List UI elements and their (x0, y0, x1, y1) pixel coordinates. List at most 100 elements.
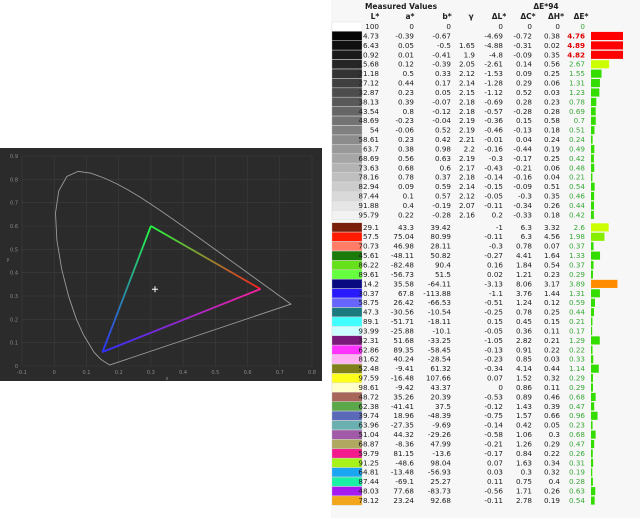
table-cell: 0.12 (544, 298, 560, 307)
table-row: 86.22 -82.48 90.4 0.16 1.84 0.54 0.37 (331, 260, 594, 270)
table-cell: 92.68 (430, 496, 451, 505)
table-cell: 0.78 (516, 242, 532, 251)
table-cell: 62.86 (358, 345, 379, 354)
table-cell: 0.46 (569, 192, 585, 201)
table-cell: -0.19 (432, 201, 451, 210)
table-cell: 68.87 (358, 439, 379, 448)
table-cell: 0.3 (549, 430, 560, 439)
table-row: 98.61 -9.42 43.37 0 0.86 0.11 0.29 (331, 382, 593, 393)
table-cell: 0.05 (435, 88, 451, 97)
delta-e-bar (591, 135, 593, 144)
table-cell: 0.15 (516, 116, 532, 125)
table-cell: 2.2 (464, 144, 475, 153)
table-cell: -0.67 (432, 31, 451, 40)
table-row: 52.48 -9.41 61.32 -0.34 4.14 0.44 1.14 (331, 363, 599, 374)
table-cell: 0.63 (435, 154, 451, 163)
delta-e-bar (591, 308, 594, 317)
table-cell: 107.66 (426, 374, 452, 383)
delta-e-bar (591, 430, 596, 439)
table-cell: -0.17 (484, 449, 503, 458)
delta-e-bar (591, 60, 610, 69)
table-cell: 0.59 (435, 182, 451, 191)
table-cell: 64.81 (358, 468, 379, 477)
delta-e-bar (591, 336, 600, 345)
delta-e-bar (591, 182, 595, 191)
table-row: 30.37 67.8 -113.88 -1.1 3.76 1.44 1.31 (331, 288, 600, 299)
delta-e-bar (591, 477, 593, 486)
table-cell: -4.8 (489, 50, 503, 59)
table-cell: 0.23 (398, 135, 414, 144)
x-tick-label: 0.5 (211, 370, 219, 376)
table-cell: 10.92 (358, 50, 379, 59)
x-axis-label: x (166, 376, 169, 381)
table-cell: 98.04 (430, 458, 451, 467)
table-row: 97.59 -16.48 107.66 0.07 1.52 0.32 0.29 (331, 373, 593, 383)
table-cell: 0.28 (516, 97, 532, 106)
table-row: 38.13 0.39 -0.07 2.18 -0.69 0.28 0.23 0.78 (331, 97, 597, 107)
table-cell: -0.34 (513, 201, 532, 210)
table-cell: 0.39 (398, 97, 414, 106)
table-cell: 0.78 (516, 308, 532, 317)
color-swatch (331, 232, 363, 242)
delta-e-bar (591, 449, 593, 458)
y-tick-label: 0.5 (10, 247, 18, 253)
table-cell: 2.18 (459, 173, 475, 182)
table-cell: 0.26 (544, 201, 560, 210)
table-row: 100 0 0 0 0 0 0 (331, 21, 585, 32)
table-cell: 0 (498, 383, 503, 392)
table-cell: -0.53 (484, 392, 503, 401)
y-tick-label: 0 (15, 364, 18, 370)
table-row: 78.12 23.24 92.68 -0.11 2.78 0.19 0.54 (331, 495, 595, 506)
table-cell: 0.46 (544, 392, 560, 401)
table-cell: 0.42 (516, 421, 532, 430)
color-swatch (331, 144, 363, 154)
table-cell: 0.07 (544, 242, 560, 251)
table-cell: 4.56 (544, 232, 560, 241)
table-row: 45.61 -48.11 50.82 -0.27 4.41 1.64 1.33 (331, 250, 601, 261)
table-cell: -18.11 (428, 317, 451, 326)
table-cell: 78.12 (358, 496, 379, 505)
color-swatch (331, 279, 363, 289)
table-cell: 81.62 (358, 355, 379, 364)
color-swatch (331, 21, 363, 32)
table-cell: -25.88 (391, 326, 415, 335)
table-cell: 0.12 (398, 60, 414, 69)
table-row: 51.04 44.32 -29.26 -0.58 1.06 0.3 0.68 (331, 429, 596, 440)
table-cell: 47.3 (363, 308, 379, 317)
table-cell: 0.37 (569, 261, 585, 270)
table-cell: 25.27 (430, 477, 451, 486)
table-cell: 0.38 (398, 144, 414, 153)
y-tick-label: 0.4 (10, 271, 18, 277)
table-cell: -0.16 (513, 173, 532, 182)
table-cell: -16.48 (391, 374, 415, 383)
table-cell: 82.94 (358, 182, 379, 191)
column-header: ΔL* (492, 12, 507, 21)
table-cell: 0.25 (544, 69, 560, 78)
table-cell: 0.4 (403, 201, 415, 210)
table-cell: 0.01 (398, 50, 414, 59)
table-cell: 4.82 (567, 50, 585, 59)
table-cell: -10.54 (428, 308, 452, 317)
table-cell: -27.35 (391, 421, 414, 430)
table-cell: 57.5 (363, 232, 379, 241)
table-cell: 6.3 (521, 232, 532, 241)
table-cell: 2.16 (459, 210, 475, 219)
table-cell: 2.6 (574, 223, 586, 232)
y-tick-label: 0.2 (10, 317, 18, 323)
table-cell: -13.6 (432, 449, 451, 458)
table-cell: 2.19 (459, 116, 475, 125)
y-tick-label: 0.3 (10, 294, 18, 300)
table-cell: -0.56 (484, 487, 503, 496)
table-row: 6.43 0.05 -0.5 1.65 -4.88 -0.31 0.02 4.89 (331, 40, 623, 51)
x-tick-label: 0.1 (82, 370, 90, 376)
table-row: 10.92 0.01 -0.41 1.9 -4.8 -0.09 0.35 4.82 (331, 50, 623, 60)
table-cell: 1.31 (569, 289, 585, 298)
delta-e-bar (591, 242, 594, 251)
table-cell: -0.3 (489, 154, 503, 163)
table-cell: -3.13 (484, 279, 503, 288)
table-cell: -48.39 (428, 411, 452, 420)
table-cell: -0.34 (484, 364, 503, 373)
table-cell: 0.47 (569, 439, 585, 448)
table-row: 59.79 81.15 -13.6 -0.17 0.84 0.22 0.26 (331, 448, 593, 459)
table-row: 14.2 35.58 -64.11 -3.13 8.06 3.17 3.89 (331, 279, 618, 289)
